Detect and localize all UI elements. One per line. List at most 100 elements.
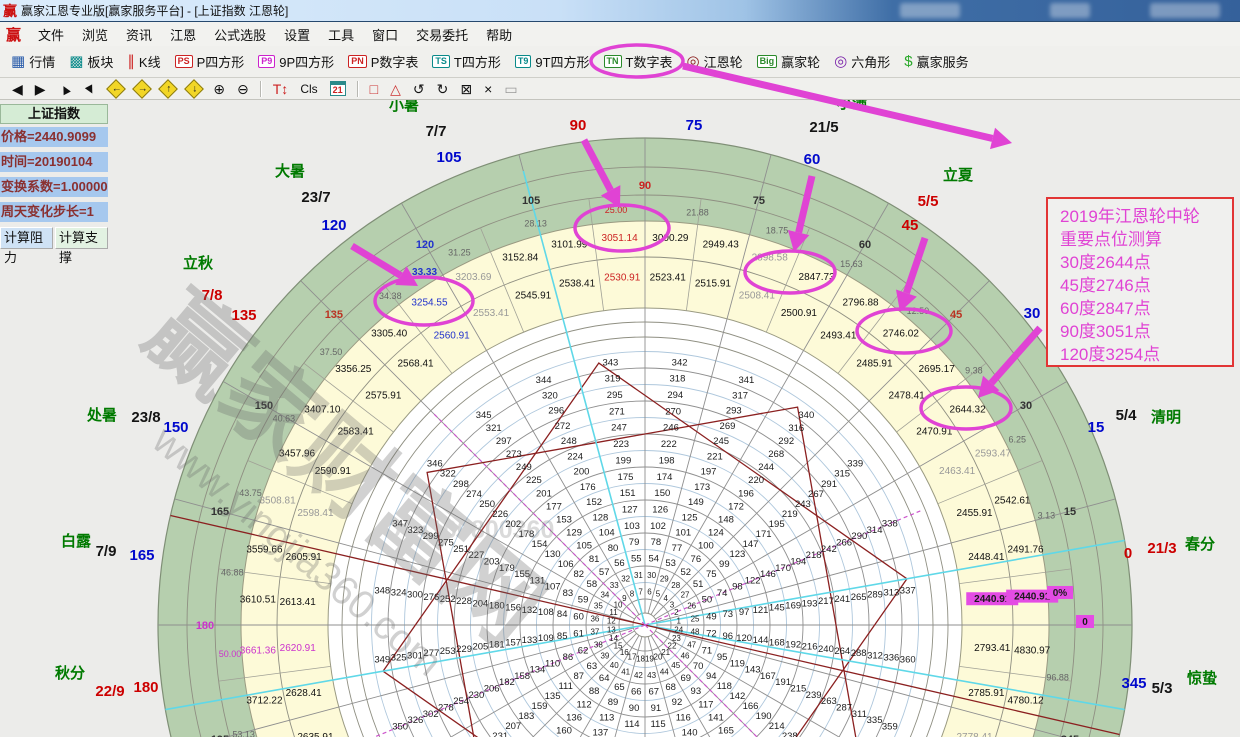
wheel-number: 271 bbox=[609, 406, 625, 417]
wheel-number: 337 bbox=[900, 585, 916, 596]
toolbar-t-number-table-button[interactable]: TN T数字表 bbox=[597, 49, 680, 74]
wheel-number: 345 bbox=[476, 410, 492, 421]
toolbar-draw-square-button[interactable]: □ bbox=[364, 80, 384, 98]
zoom-out-icon: ⊖ bbox=[237, 81, 249, 97]
menu-设置[interactable]: 设置 bbox=[275, 22, 319, 47]
toolbar-draw-triangle-button[interactable]: △ bbox=[384, 80, 407, 98]
wheel-number: 176 bbox=[580, 482, 596, 493]
t-number-table-icon: TN bbox=[604, 55, 622, 68]
toolbar-market-quotes-button[interactable]: ▦行情 bbox=[4, 49, 62, 74]
wheel-number: 115 bbox=[650, 719, 665, 730]
wheel-number: 2746.02 bbox=[883, 328, 920, 339]
wheel-number: 61 bbox=[573, 629, 584, 640]
toolbar-nav-prev-button[interactable]: ◀ bbox=[6, 80, 29, 98]
toolbar-delete-box-button[interactable]: ⊠ bbox=[454, 80, 478, 98]
toolbar-cls-button[interactable]: Cls bbox=[294, 80, 323, 98]
toolbar-nav-up-button[interactable]: ▲ bbox=[52, 80, 78, 98]
toolbar-rotate-cw-button[interactable]: ↻ bbox=[431, 80, 455, 98]
toolbar-board-button[interactable]: ▭ bbox=[498, 80, 523, 98]
toolbar-cross-arrows-button[interactable]: × bbox=[478, 80, 498, 98]
chart-area[interactable]: 1234567891011121314151617181920212223242… bbox=[0, 100, 1240, 737]
toolbar-pan-left-button[interactable]: ← bbox=[103, 81, 129, 97]
wheel-number: 197 bbox=[701, 467, 717, 478]
menu-帮助[interactable]: 帮助 bbox=[477, 22, 521, 47]
gann-wheel[interactable]: 1234567891011121314151617181920212223242… bbox=[0, 100, 1240, 737]
toolbar-calendar-button[interactable]: 21 bbox=[324, 80, 352, 97]
wheel-number: 43 bbox=[647, 671, 656, 680]
wheel-number: 151 bbox=[620, 488, 636, 499]
wheel-number: 63 bbox=[587, 661, 598, 672]
wheel-number: 56 bbox=[614, 558, 625, 569]
market-quotes-icon: ▦ bbox=[11, 54, 25, 69]
toolbar-9t-square-button[interactable]: T99T四方形 bbox=[508, 49, 597, 74]
wheel-number: 94 bbox=[706, 671, 717, 682]
wheel-parameters: 价格=2440.9099时间=20190104变换系数=1.00000周天变化步… bbox=[0, 127, 108, 222]
toolbar-winner-wheel-button[interactable]: Big赢家轮 bbox=[750, 49, 828, 74]
toolbar-t-square-button[interactable]: TST四方形 bbox=[425, 49, 507, 74]
wheel-number: 148 bbox=[718, 514, 734, 525]
toolbar-gann-wheel-button[interactable]: ◎江恩轮 bbox=[679, 49, 749, 74]
toolbar-sort-updown-button[interactable]: T↕ bbox=[267, 80, 295, 98]
menu-窗口[interactable]: 窗口 bbox=[363, 22, 407, 47]
calc-resistance-button[interactable]: 计算阻力 bbox=[0, 227, 53, 249]
wheel-number: 37 bbox=[590, 628, 599, 637]
wheel-outer-label: 21/5 bbox=[809, 119, 838, 136]
toolbar-sectors-button[interactable]: ▩板块 bbox=[62, 49, 120, 74]
gann-wheel-label: 江恩轮 bbox=[704, 52, 743, 71]
wheel-number: 127 bbox=[622, 504, 638, 515]
menu-工具[interactable]: 工具 bbox=[319, 22, 363, 47]
wheel-number: 137 bbox=[592, 728, 608, 737]
window-title: 赢家江恩专业版[赢家服务平台] - [上证指数 江恩轮] bbox=[21, 2, 288, 19]
solar-term-label: 处暑 bbox=[86, 406, 117, 424]
toolbar-p-square-button[interactable]: PSP四方形 bbox=[168, 49, 252, 74]
toolbar-pan-down-button[interactable]: ↓ bbox=[181, 81, 207, 97]
wheel-number: 3254.55 bbox=[411, 297, 448, 308]
wheel-number: 114 bbox=[624, 719, 639, 730]
toolbar-zoom-out-button[interactable]: ⊖ bbox=[231, 80, 255, 98]
wheel-number: 326 bbox=[407, 715, 423, 726]
toolbar-p-number-table-button[interactable]: PNP数字表 bbox=[341, 49, 425, 74]
toolbar-winner-service-button[interactable]: $赢家服务 bbox=[897, 49, 975, 74]
wheel-number: 2463.41 bbox=[939, 466, 976, 477]
wheel-number: 77 bbox=[672, 543, 683, 554]
menu-交易委托[interactable]: 交易委托 bbox=[407, 22, 477, 47]
toolbar-9p-square-button[interactable]: P99P四方形 bbox=[251, 49, 341, 74]
wheel-number: 218 bbox=[806, 550, 822, 561]
wheel-number: 201 bbox=[536, 488, 552, 499]
menu-公式选股[interactable]: 公式选股 bbox=[205, 22, 275, 47]
wheel-number: 264 bbox=[834, 646, 850, 657]
wheel-number: 191 bbox=[775, 677, 791, 688]
toolbar-hexagon-button[interactable]: ◎六角形 bbox=[827, 49, 897, 74]
wheel-number: 2500.91 bbox=[781, 308, 818, 319]
wheel-number: 100 bbox=[698, 541, 714, 552]
menu-资讯[interactable]: 资讯 bbox=[117, 22, 161, 47]
t-number-table-label: T数字表 bbox=[626, 52, 673, 71]
wheel-number: 6.25 bbox=[1009, 434, 1027, 444]
menu-江恩[interactable]: 江恩 bbox=[161, 22, 205, 47]
kline-icon: ∥ bbox=[127, 54, 135, 69]
wheel-number: 2508.41 bbox=[739, 290, 776, 301]
toolbar-zoom-in-button[interactable]: ⊕ bbox=[207, 80, 231, 98]
toolbar-nav-down-button[interactable]: ▼ bbox=[77, 80, 103, 98]
wheel-number: 122 bbox=[745, 575, 761, 586]
wheel-number: 5 bbox=[656, 590, 661, 599]
menu-浏览[interactable]: 浏览 bbox=[73, 22, 117, 47]
menu-文件[interactable]: 文件 bbox=[29, 22, 73, 47]
calc-support-button[interactable]: 计算支撑 bbox=[55, 227, 108, 249]
toolbar-pan-right-button[interactable]: → bbox=[129, 81, 155, 97]
wheel-number: 152 bbox=[586, 497, 602, 508]
toolbar-rotate-ccw-button[interactable]: ↺ bbox=[407, 80, 431, 98]
wheel-number: 90 bbox=[629, 703, 640, 714]
toolbar-pan-up-button[interactable]: ↑ bbox=[155, 81, 181, 97]
wheel-number: 33 bbox=[610, 581, 619, 590]
toolbar-kline-button[interactable]: ∥K线 bbox=[120, 49, 167, 74]
wheel-number: 129 bbox=[566, 528, 582, 539]
draw-square-icon: □ bbox=[370, 81, 378, 97]
wheel-number: 90 bbox=[639, 180, 651, 192]
wheel-number: 79 bbox=[629, 537, 640, 548]
app-logo-icon: 赢 bbox=[3, 1, 17, 21]
toolbar-nav-next-button[interactable]: ▶ bbox=[29, 80, 52, 98]
wheel-number: 143 bbox=[745, 665, 761, 676]
window-controls-blurred[interactable] bbox=[1150, 3, 1220, 18]
zoom-in-icon: ⊕ bbox=[213, 81, 225, 97]
